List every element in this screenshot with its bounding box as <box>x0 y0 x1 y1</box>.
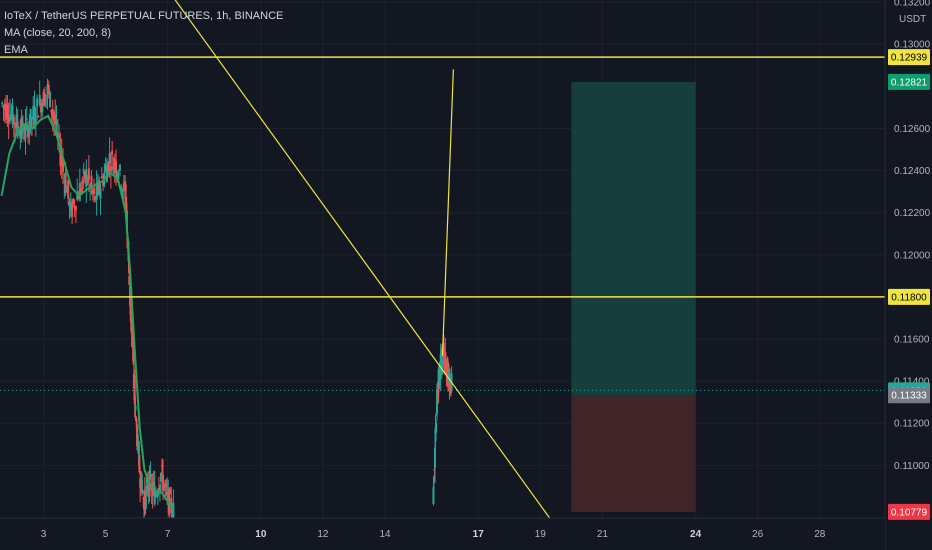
candle-body <box>118 164 121 171</box>
candle-body <box>86 180 89 183</box>
time-tick-label: 3 <box>41 529 47 540</box>
price-tick-label: 0.11600 <box>894 335 930 346</box>
time-tick-label: 12 <box>317 529 329 540</box>
time-axis[interactable]: 3 5 7 10 12 14 17 19 21 24 26 28 <box>0 517 885 550</box>
candle-body <box>78 183 81 202</box>
candle-body <box>134 405 137 411</box>
candle-body <box>437 390 440 393</box>
candle-body <box>433 447 436 468</box>
price-tick-label: 0.12000 <box>894 250 931 261</box>
time-tick-label: 19 <box>535 529 547 540</box>
candle-body <box>99 187 102 199</box>
candle-body <box>93 187 96 194</box>
chart-root[interactable]: 0.13200 0.13000 0.12600 0.12400 0.12200 0.120… <box>0 0 932 550</box>
candle-body <box>8 115 11 122</box>
candle-body <box>100 176 103 179</box>
time-tick-label: 28 <box>814 529 826 540</box>
candle-body <box>72 199 75 204</box>
chart-svg[interactable]: 0.132000.130000.126000.124000.122000.120… <box>0 0 932 550</box>
candle-body <box>38 94 41 105</box>
candle-body <box>85 169 88 187</box>
price-badge-label: 0.12821 <box>891 77 928 88</box>
candle-body <box>87 168 90 181</box>
time-tick-label: 5 <box>103 529 109 540</box>
price-badge-label: 0.11333 <box>891 391 927 402</box>
candle-body <box>62 162 65 172</box>
profit-zone[interactable] <box>571 81 696 396</box>
candle-body <box>116 172 119 178</box>
price-tick-label: 0.11000 <box>894 461 930 472</box>
candle <box>49 90 52 108</box>
candle-body <box>71 204 74 218</box>
candle-body <box>80 187 83 192</box>
price-tick-label: 0.11200 <box>894 419 930 430</box>
candle-body <box>107 162 110 172</box>
candle-body <box>45 94 48 96</box>
candle-body <box>109 166 112 172</box>
candle-body <box>115 161 118 174</box>
candle-body <box>74 206 77 211</box>
candle-body <box>172 502 175 520</box>
price-badge[interactable]: 0.11333 <box>888 387 930 404</box>
candle-body <box>6 104 9 119</box>
price-tick-label: 0.12600 <box>894 124 931 135</box>
candle-body <box>36 98 39 107</box>
price-badge-label: 0.11800 <box>891 292 927 303</box>
candle-body <box>67 180 70 199</box>
loss-zone[interactable] <box>571 395 696 512</box>
candle-body <box>111 150 114 155</box>
candle-body <box>55 120 58 126</box>
candle-body <box>64 173 67 194</box>
time-tick-label: 21 <box>597 529 609 540</box>
price-badge-label: 0.10779 <box>891 507 928 518</box>
price-tick-label: 0.12400 <box>894 166 931 177</box>
axis-unit-label[interactable]: USDT <box>899 14 926 25</box>
time-tick-label: 10 <box>255 529 267 540</box>
time-tick-label: 7 <box>165 529 171 540</box>
candle-body <box>12 116 15 125</box>
time-tick-label: 24 <box>690 529 702 540</box>
price-badge[interactable]: 0.10779 <box>888 503 930 520</box>
candle-body <box>108 153 111 164</box>
time-tick-label: 26 <box>752 529 764 540</box>
candle-body <box>141 490 144 494</box>
price-badge[interactable]: 0.12939 <box>888 49 930 66</box>
candle-body <box>47 85 50 93</box>
time-tick-label: 17 <box>473 529 485 540</box>
candle-body <box>16 121 19 129</box>
time-tick-label: 14 <box>379 529 391 540</box>
candle-body <box>112 166 115 173</box>
price-axis[interactable]: 0.132000.130000.126000.124000.122000.120… <box>884 0 932 550</box>
price-badge[interactable]: 0.12821 <box>888 73 930 90</box>
candle-body <box>25 118 28 120</box>
candle-body <box>435 422 438 434</box>
price-badge[interactable]: 0.11800 <box>888 288 930 305</box>
price-tick-label: 0.12200 <box>894 208 931 219</box>
price-badge-label: 0.12939 <box>891 53 928 64</box>
candle-body <box>49 92 52 107</box>
price-tick-label: 0.13200 <box>894 0 931 9</box>
candle-body <box>37 116 40 118</box>
candle-body <box>1 103 4 105</box>
candle-body <box>81 180 84 184</box>
